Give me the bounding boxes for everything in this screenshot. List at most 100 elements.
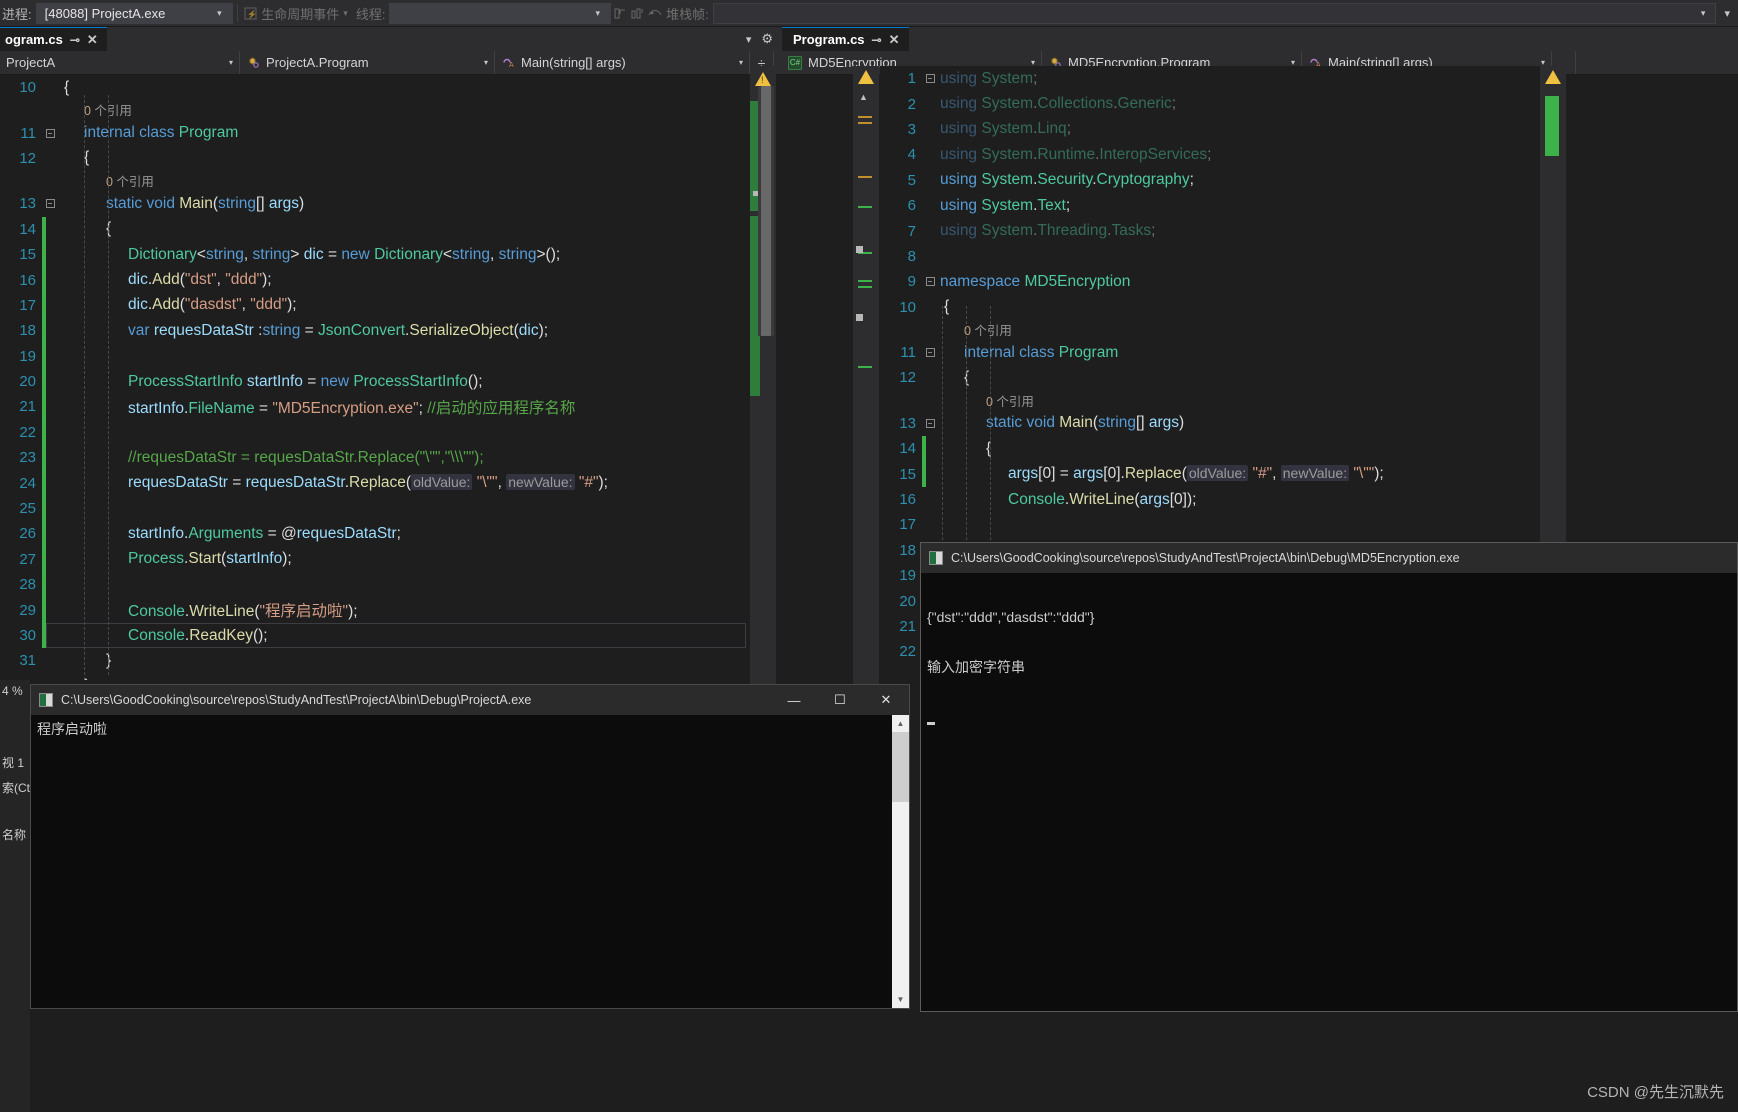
minimize-button[interactable]: — [771,685,817,715]
warning-icon[interactable] [858,70,874,84]
left-code-editor[interactable]: 10{0 个引用 11− internal class Program 12{0 个引… [0,75,750,680]
code-line[interactable]: 22 [0,419,750,446]
left-scrollbar-thumb[interactable] [761,86,771,336]
code-line[interactable]: 25 [0,495,750,522]
fold-toggle-icon[interactable]: − [922,418,938,428]
code-line[interactable]: 2 using System.Collections.Generic; [880,91,1540,116]
toolbar-overflow-button[interactable]: ▾ [1716,7,1738,20]
stack-frame-combobox[interactable]: ▾ [712,2,1717,24]
console-right-titlebar[interactable]: C:\Users\GoodCooking\source\repos\StudyA… [921,543,1737,573]
fold-toggle-icon[interactable]: − [922,74,938,84]
code-line[interactable]: 4 using System.Runtime.InteropServices; [880,142,1540,167]
left-project-dropdown[interactable]: ProjectA ▾ [0,51,240,74]
code-line[interactable]: 32} [0,674,750,680]
left-member-dropdown[interactable]: A Main(string[] args) ▾ [495,51,750,74]
fold-toggle-icon[interactable]: − [922,348,938,358]
code-line[interactable]: 19 [0,343,750,369]
fold-toggle-icon[interactable]: − [42,128,58,138]
gear-icon[interactable]: ⚙ [761,31,773,47]
console-left-scroll-thumb[interactable] [892,732,909,802]
code-line[interactable]: 14 { [880,436,1540,462]
left-type-dropdown[interactable]: ProjectA.Program ▾ [240,51,495,74]
console-left-titlebar[interactable]: C:\Users\GoodCooking\source\repos\StudyA… [31,685,909,715]
codelens-reference-row[interactable]: 0 个引用 [0,171,750,191]
warning-icon[interactable] [755,72,771,86]
code-line[interactable]: 9− namespace MD5Encryption [880,269,1540,294]
code-line[interactable]: 17 dic.Add("dasdst", "ddd"); [0,292,750,319]
code-line[interactable]: 8 [880,244,1540,269]
pin-icon[interactable]: ⊸ [872,34,882,46]
code-line[interactable]: 5 using System.Security.Cryptography; [880,168,1540,193]
step-into-specific-icon[interactable] [611,4,629,22]
codelens-reference-row[interactable]: 0 个引用 [880,320,1540,340]
lifecycle-events-icon[interactable]: ⚡ [242,4,260,22]
code-line[interactable]: 29 Console.WriteLine("程序启动啦"); [0,597,750,623]
code-line[interactable]: 21 startInfo.FileName = "MD5Encryption.ex… [0,394,750,420]
code-line[interactable]: 10 { [0,75,750,100]
code-line[interactable]: 1− using System; [880,66,1540,91]
code-line[interactable]: 12 { [880,365,1540,390]
code-line[interactable]: 11− internal class Program [880,340,1540,365]
code-line[interactable]: 14 { [0,216,750,242]
thread-combobox[interactable]: ▾ [389,2,612,24]
warning-icon[interactable] [1545,70,1561,84]
code-line[interactable]: 13− static void Main(string[] args) [0,191,750,216]
code-line[interactable]: 13− static void Main(string[] args) [880,411,1540,436]
tab-program-cs-left[interactable]: ogram.cs ⊸ ✕ [0,27,107,51]
pin-icon[interactable]: ⊸ [70,34,80,46]
console-left-scrollbar[interactable]: ▲ ▼ [892,715,909,1008]
fold-toggle-icon[interactable]: − [922,277,938,287]
close-icon[interactable]: ✕ [87,33,98,46]
process-combobox[interactable]: [48088] ProjectA.exe ▾ [35,2,233,24]
close-button[interactable]: ✕ [863,685,909,715]
code-line[interactable]: 15 Dictionary<string, string> dic = new D… [0,241,750,268]
code-line[interactable]: 11− internal class Program [0,120,750,145]
collapse-icon[interactable]: − [925,74,935,84]
maximize-button[interactable]: ☐ [817,685,863,715]
parallel-watch-icon[interactable] [646,4,664,22]
code-line[interactable]: 31} [0,648,750,673]
search-box-label[interactable]: 索(Ctr [0,775,30,800]
code-line[interactable]: 24 requesDataStr = requesDataStr.Replace(… [0,470,750,496]
console-left-output[interactable]: 程序启动啦 [31,715,909,1008]
scroll-up-arrow-icon[interactable]: ▲ [892,715,909,732]
tab-list-chevron-icon[interactable]: ▾ [746,33,752,46]
left-tool-window-residue[interactable]: 4 % 视 1 索(Ctr 名称 [0,680,30,1112]
line-number: 16 [899,491,916,509]
right-scrollbar-margin[interactable]: ▲ [853,66,879,686]
code-line[interactable]: 18 var requesDataStr :string = JsonConver… [0,318,750,344]
scroll-up-arrow-icon[interactable]: ▲ [859,92,868,102]
code-line[interactable]: 26 startInfo.Arguments = @requesDataStr; [0,521,750,547]
console-window-projecta[interactable]: C:\Users\GoodCooking\source\repos\StudyA… [30,684,910,1009]
line-changed-marker [42,495,46,522]
code-line[interactable]: 30 Console.ReadKey(); [0,622,750,649]
left-vertical-scrollbar[interactable] [758,86,774,336]
code-line[interactable]: 17 [880,512,1540,537]
code-line[interactable]: 16 dic.Add("dst", "ddd"); [0,267,750,293]
code-line[interactable]: 3 using System.Linq; [880,117,1540,142]
code-line[interactable]: 15 args[0] = args[0].Replace(oldValue: "#… [880,461,1540,487]
codelens-reference-row[interactable]: 0 个引用 [880,391,1540,411]
fold-toggle-icon[interactable]: − [42,199,58,209]
codelens-reference-row[interactable]: 0 个引用 [0,100,750,120]
tab-program-cs-right[interactable]: Program.cs ⊸ ✕ [782,27,909,51]
code-line[interactable]: 23 //requesDataStr = requesDataStr.Replac… [0,445,750,471]
collapse-icon[interactable]: − [925,277,935,287]
code-line[interactable]: 27 Process.Start(startInfo); [0,546,750,573]
console-window-md5encryption[interactable]: C:\Users\GoodCooking\source\repos\StudyA… [920,542,1738,1012]
code-line[interactable]: 6 using System.Text; [880,193,1540,218]
code-line[interactable]: 7 using System.Threading.Tasks; [880,218,1540,243]
close-icon[interactable]: ✕ [889,33,900,46]
code-line[interactable]: 10 { [880,295,1540,320]
code-line[interactable]: 20 ProcessStartInfo startInfo = new Proce… [0,368,750,395]
code-line[interactable]: 12 { [0,146,750,171]
collapse-icon[interactable]: − [925,418,935,428]
collapse-icon[interactable]: − [45,128,55,138]
console-right-output[interactable]: {"dst":"ddd","dasdst":"ddd"} 输入加密字符串 [921,573,1737,1011]
code-line[interactable]: 16 Console.WriteLine(args[0]); [880,487,1540,512]
show-threads-icon[interactable] [629,4,647,22]
code-line[interactable]: 28 [0,572,750,598]
scroll-down-arrow-icon[interactable]: ▼ [892,991,909,1008]
collapse-icon[interactable]: − [45,199,55,209]
collapse-icon[interactable]: − [925,348,935,358]
